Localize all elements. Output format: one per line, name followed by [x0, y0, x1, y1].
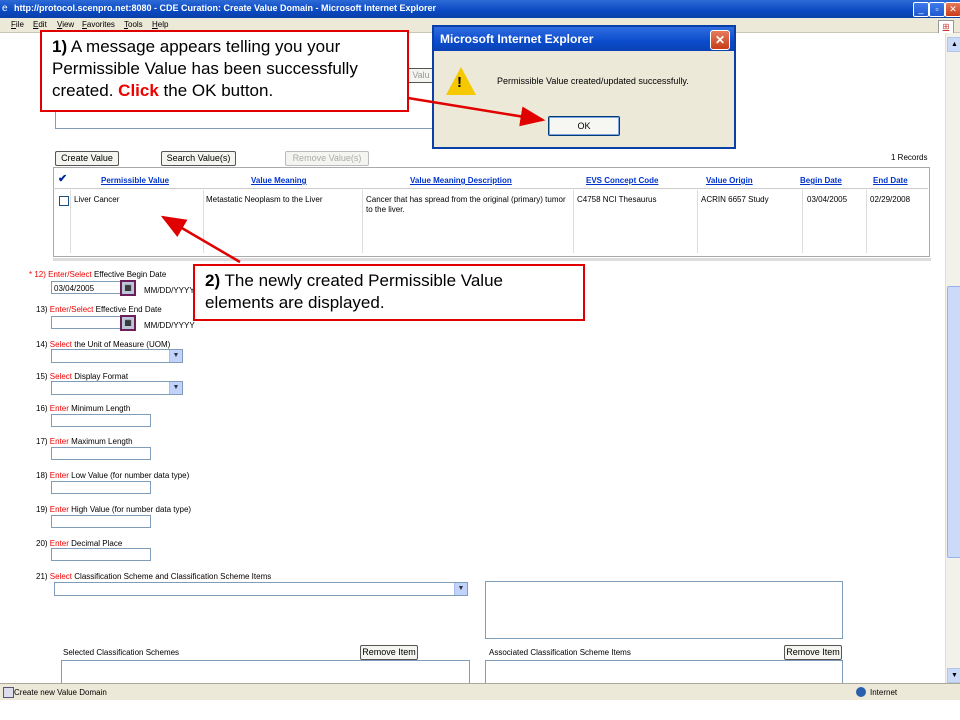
arrow-to-row — [160, 215, 241, 264]
arrow-to-ok — [407, 96, 546, 127]
annotation-arrows — [160, 96, 546, 264]
